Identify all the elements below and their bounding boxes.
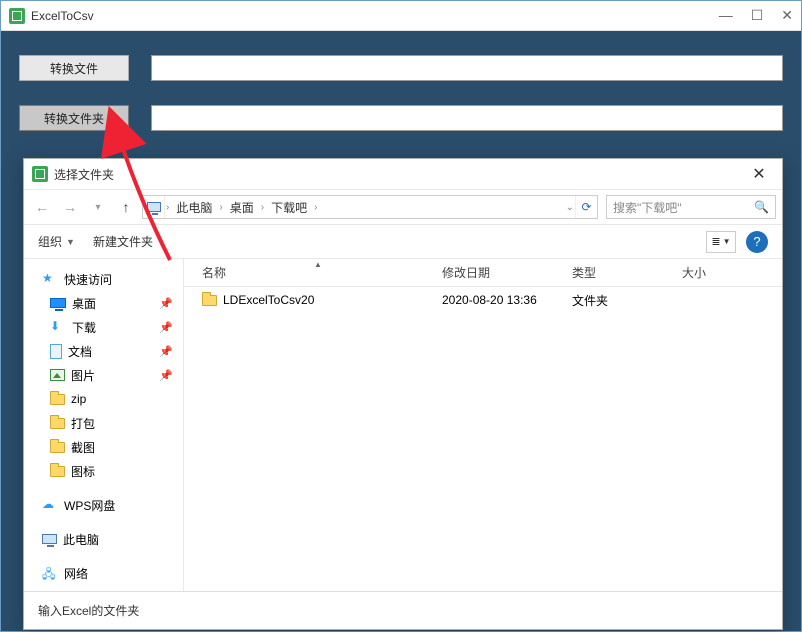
folder-icon [202,295,217,306]
sidebar-item-zip[interactable]: zip [24,387,183,411]
nav-up-button[interactable]: ↑ [114,195,138,219]
sidebar-item-label: zip [71,392,86,406]
dialog-titlebar: 选择文件夹 ✕ [24,159,782,189]
sidebar-item-downloads[interactable]: ⬇ 下载 📌 [24,315,183,339]
network-icon: 🖧 [42,565,58,581]
download-icon: ⬇ [50,319,66,335]
nav-back-button[interactable]: ← [30,195,54,219]
close-button[interactable]: ✕ [781,7,793,24]
main-titlebar: ExcelToCsv — ☐ ✕ [1,1,801,31]
pin-icon: 📌 [159,345,173,358]
file-list-header: ▲名称 修改日期 类型 大小 [184,259,782,287]
sidebar-item-desktop[interactable]: 桌面 📌 [24,291,183,315]
breadcrumb-p1[interactable]: 桌面 [224,199,260,216]
document-icon [50,344,62,359]
sidebar-item-documents[interactable]: 文档 📌 [24,339,183,363]
app-icon [9,8,25,24]
dialog-title: 选择文件夹 [54,166,744,183]
folder-icon [50,394,65,405]
help-button[interactable]: ? [746,231,768,253]
picture-icon [50,369,65,381]
sidebar-item-pack[interactable]: 打包 [24,411,183,435]
column-type[interactable]: 类型 [568,264,678,281]
breadcrumb[interactable]: › 此电脑 › 桌面 › 下载吧 › ⌄ ⟳ [142,195,598,219]
footer-label: 输入Excel的文件夹 [38,602,139,619]
search-input[interactable]: 搜索"下载吧" 🔍 [606,195,776,219]
sidebar: ★快速访问 桌面 📌 ⬇ 下载 📌 文档 📌 图片 📌 zip 打包 截图 图标 ☁WPS… [24,259,184,591]
dialog-close-button[interactable]: ✕ [744,164,774,184]
sidebar-item-screenshot[interactable]: 截图 [24,435,183,459]
sidebar-item-this-pc[interactable]: 此电脑 [24,527,183,551]
dialog-nav: ← → ▾ ↑ › 此电脑 › 桌面 › 下载吧 › ⌄ ⟳ 搜索"下载吧" 🔍 [24,189,782,225]
search-placeholder: 搜索"下载吧" [613,199,682,216]
sidebar-item-pictures[interactable]: 图片 📌 [24,363,183,387]
search-icon[interactable]: 🔍 [754,200,769,214]
sidebar-item-label: 桌面 [72,295,96,312]
breadcrumb-dropdown-button[interactable]: ⌄ [565,202,575,213]
sidebar-item-icons[interactable]: 图标 [24,459,183,483]
view-mode-button[interactable]: ≣ ▼ [706,231,736,253]
file-type: 文件夹 [568,292,678,309]
folder-icon [50,442,65,453]
sidebar-item-label: 图标 [71,463,95,480]
nav-recent-button[interactable]: ▾ [86,195,110,219]
file-path-input[interactable] [151,55,783,81]
sort-indicator-icon: ▲ [314,260,322,269]
desktop-icon [50,298,66,308]
organize-menu[interactable]: 组织▼ [38,233,75,250]
refresh-button[interactable]: ⟳ [575,196,597,218]
file-list: ▲名称 修改日期 类型 大小 LDExcelToCsv20 2020-08-20… [184,259,782,591]
column-date[interactable]: 修改日期 [438,264,568,281]
sidebar-item-label: 截图 [71,439,95,456]
column-size[interactable]: 大小 [678,264,738,281]
monitor-icon [42,534,57,544]
sidebar-item-label: 打包 [71,415,95,432]
star-icon: ★ [42,271,58,287]
chevron-right-icon[interactable]: › [313,202,318,213]
convert-file-button[interactable]: 转换文件 [19,55,129,81]
breadcrumb-root[interactable]: 此电脑 [170,199,218,216]
breadcrumb-p2[interactable]: 下载吧 [265,199,313,216]
sidebar-item-network[interactable]: 🖧网络 [24,561,183,585]
folder-path-input[interactable] [151,105,783,131]
pin-icon: 📌 [159,321,173,334]
sidebar-item-label: 下载 [72,319,96,336]
dialog-toolbar: 组织▼ 新建文件夹 ≣ ▼ ? [24,225,782,259]
new-folder-button[interactable]: 新建文件夹 [93,233,153,250]
folder-icon [50,466,65,477]
sidebar-item-wps[interactable]: ☁WPS网盘 [24,493,183,517]
nav-forward-button: → [58,195,82,219]
convert-folder-button[interactable]: 转换文件夹 [19,105,129,131]
cloud-icon: ☁ [42,497,58,513]
sidebar-item-label: 文档 [68,343,92,360]
file-date: 2020-08-20 13:36 [438,293,568,307]
sidebar-item-label: 图片 [71,367,95,384]
pin-icon: 📌 [159,369,173,382]
file-name: LDExcelToCsv20 [223,293,314,307]
minimize-button[interactable]: — [719,7,733,24]
folder-picker-dialog: 选择文件夹 ✕ ← → ▾ ↑ › 此电脑 › 桌面 › 下载吧 › ⌄ ⟳ 搜… [23,158,783,630]
breadcrumb-root-icon [143,196,165,218]
column-name[interactable]: ▲名称 [198,264,438,281]
dialog-footer: 输入Excel的文件夹 [24,591,782,629]
app-title: ExcelToCsv [31,9,719,23]
sidebar-item-quick-access[interactable]: ★快速访问 [24,267,183,291]
maximize-button[interactable]: ☐ [751,7,764,24]
chevron-down-icon: ▼ [66,237,75,247]
folder-icon [50,418,65,429]
pin-icon: 📌 [159,297,173,310]
dialog-icon [32,166,48,182]
file-row[interactable]: LDExcelToCsv20 2020-08-20 13:36 文件夹 [184,287,782,313]
